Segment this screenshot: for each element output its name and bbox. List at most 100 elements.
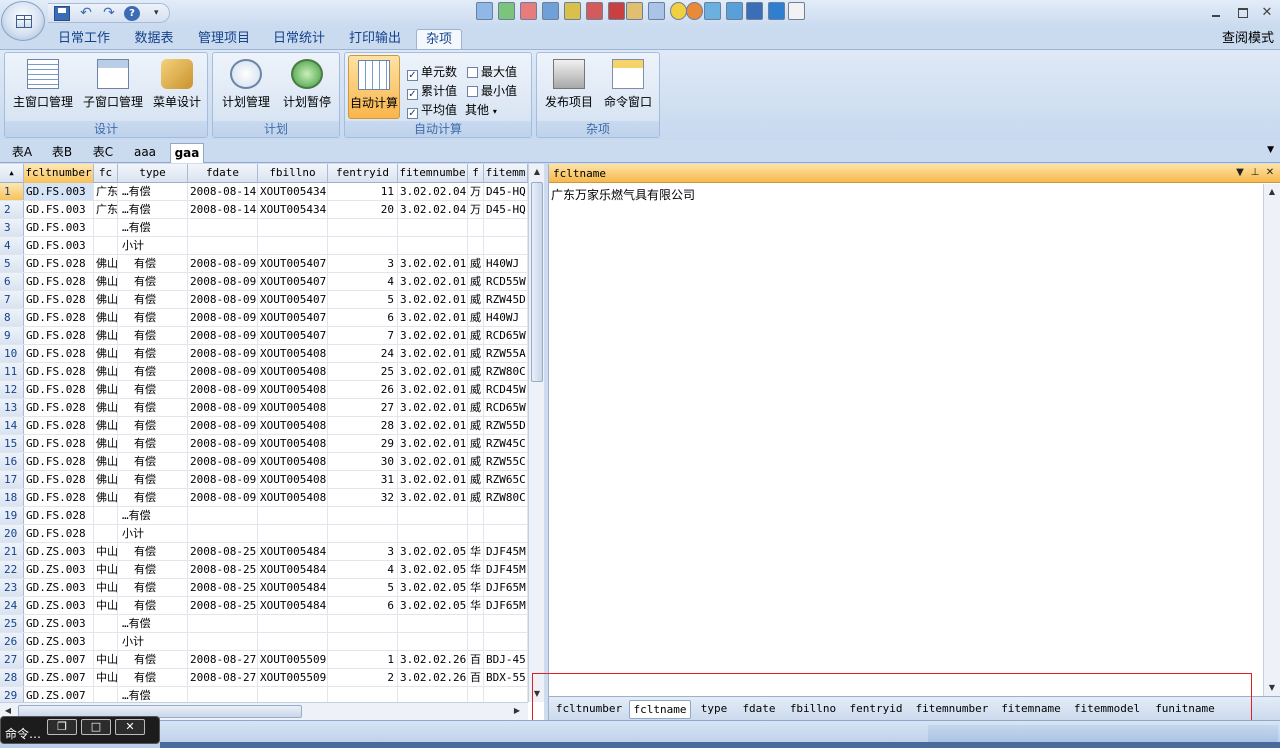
sub-window-manage-button[interactable]: 子窗口管理 [79,55,147,119]
field-tab[interactable]: funitname [1151,700,1219,719]
fitemmodel-cell[interactable]: DJF45M [484,543,528,560]
table-row[interactable]: 18GD.FS.028佛山…有偿2008-08-09XOUT005408323.… [0,489,528,507]
fcltnumber-cell[interactable]: GD.FS.003 [24,201,94,218]
panel-content-text[interactable]: 广东万家乐燃气具有限公司 [551,186,695,203]
type-cell[interactable]: …有偿 [118,201,188,218]
fitemnumber-cell[interactable] [398,237,468,254]
fitemnumber-cell[interactable]: 3.02.02.01. [398,327,468,344]
fbillno-cell[interactable]: XOUT005408 [258,363,328,380]
f-cell[interactable]: 威 [468,345,484,362]
fdate-cell[interactable]: 2008-08-09 [188,417,258,434]
table-row[interactable]: 11GD.FS.028佛山…有偿2008-08-09XOUT005408253.… [0,363,528,381]
fcltnumber-cell[interactable]: GD.FS.028 [24,525,94,542]
fcltnumber-cell[interactable]: GD.ZS.003 [24,633,94,650]
min-value-checkbox[interactable]: 最小值 [467,82,517,99]
fitemnumber-cell[interactable]: 3.02.02.01. [398,453,468,470]
f-cell[interactable]: 华 [468,561,484,578]
fc-cell[interactable] [94,615,118,632]
row-number[interactable]: 19 [0,507,24,524]
table-row[interactable]: 26 GD.ZS.003 小计 [0,633,528,651]
type-cell[interactable]: 有偿 [118,669,188,686]
f-cell[interactable]: 威 [468,381,484,398]
fbillno-cell[interactable]: XOUT005484 [258,561,328,578]
fentryid-cell[interactable]: 5 [328,291,398,308]
tray-app-icon[interactable] [476,2,493,20]
fc-cell[interactable]: 中山… [94,651,118,668]
fitemnumber-cell[interactable]: 3.02.02.05. [398,579,468,596]
tab-daily-stats[interactable]: 日常统计 [266,29,332,49]
column-header[interactable]: fc [94,164,118,183]
fc-cell[interactable]: 佛山… [94,399,118,416]
fentryid-cell[interactable] [328,615,398,632]
type-cell[interactable]: 有偿 [118,399,188,416]
fdate-cell[interactable]: 2008-08-25 [188,597,258,614]
fc-cell[interactable]: 佛山… [94,255,118,272]
tray-app-icon[interactable] [704,2,721,20]
fitemnumber-cell[interactable]: 3.02.02.01. [398,489,468,506]
fitemnumber-cell[interactable] [398,615,468,632]
fc-cell[interactable]: 中山… [94,579,118,596]
fdate-cell[interactable]: 2008-08-09 [188,345,258,362]
fitemnumber-cell[interactable] [398,525,468,542]
fbillno-cell[interactable] [258,237,328,254]
fitemnumber-cell[interactable]: 3.02.02.01. [398,381,468,398]
type-cell[interactable]: 有偿 [118,489,188,506]
sheet-tab-b[interactable]: 表B [44,143,80,163]
fentryid-cell[interactable]: 20 [328,201,398,218]
row-number[interactable]: 20 [0,525,24,542]
fentryid-cell[interactable]: 5 [328,579,398,596]
fcltnumber-cell[interactable]: GD.ZS.003 [24,561,94,578]
row-number[interactable]: 4 [0,237,24,254]
type-cell[interactable]: …有偿 [118,183,188,200]
type-cell[interactable]: 有偿 [118,651,188,668]
fc-cell[interactable] [94,633,118,650]
command-window-minimized[interactable]: 命令… ❐ □ ✕ [0,716,160,744]
help-icon[interactable]: ? [124,6,140,21]
row-number[interactable]: 27 [0,651,24,668]
row-number[interactable]: 18 [0,489,24,506]
fbillno-cell[interactable]: XOUT005434 [258,183,328,200]
publish-project-button[interactable]: 发布项目 [541,55,597,119]
fcltnumber-cell[interactable]: GD.FS.028 [24,399,94,416]
type-cell[interactable]: 有偿 [118,291,188,308]
f-cell[interactable] [468,525,484,542]
fc-cell[interactable]: 中山… [94,597,118,614]
fc-cell[interactable]: 广东 [94,201,118,218]
dropdown-icon[interactable]: ▼ [1233,165,1247,181]
fentryid-cell[interactable]: 4 [328,561,398,578]
fdate-cell[interactable]: 2008-08-09 [188,255,258,272]
fitemnumber-cell[interactable]: 3.02.02.05. [398,597,468,614]
fdate-cell[interactable]: 2008-08-27 [188,669,258,686]
row-number[interactable]: 26 [0,633,24,650]
fentryid-cell[interactable]: 25 [328,363,398,380]
fbillno-cell[interactable]: XOUT005408 [258,435,328,452]
fbillno-cell[interactable] [258,633,328,650]
fentryid-cell[interactable]: 30 [328,453,398,470]
type-cell[interactable]: …有偿 [118,219,188,236]
f-cell[interactable]: 威 [468,399,484,416]
type-cell[interactable]: 有偿 [118,435,188,452]
table-row[interactable]: 12GD.FS.028佛山…有偿2008-08-09XOUT005408263.… [0,381,528,399]
type-cell[interactable]: 有偿 [118,345,188,362]
fc-cell[interactable]: 广东 [94,183,118,200]
type-cell[interactable]: 有偿 [118,597,188,614]
fitemmodel-cell[interactable]: DJF65M [484,597,528,614]
column-header[interactable]: fitemm [484,164,528,183]
fitemnumber-cell[interactable]: 3.02.02.01. [398,345,468,362]
fbillno-cell[interactable]: XOUT005408 [258,471,328,488]
fcltnumber-cell[interactable]: GD.FS.028 [24,309,94,326]
f-cell[interactable]: 威 [468,327,484,344]
fcltnumber-cell[interactable]: GD.ZS.007 [24,651,94,668]
fbillno-cell[interactable]: XOUT005407 [258,291,328,308]
fdate-cell[interactable]: 2008-08-14 [188,201,258,218]
fitemnumber-cell[interactable]: 3.02.02.01. [398,471,468,488]
fdate-cell[interactable]: 2008-08-09 [188,273,258,290]
type-cell[interactable]: 有偿 [118,381,188,398]
f-cell[interactable]: 华 [468,543,484,560]
fbillno-cell[interactable]: XOUT005434 [258,201,328,218]
scroll-thumb[interactable] [531,182,543,382]
fc-cell[interactable]: 佛山… [94,471,118,488]
type-cell[interactable]: 有偿 [118,309,188,326]
fcltnumber-cell[interactable]: GD.FS.028 [24,453,94,470]
fcltnumber-cell[interactable]: GD.ZS.007 [24,669,94,686]
